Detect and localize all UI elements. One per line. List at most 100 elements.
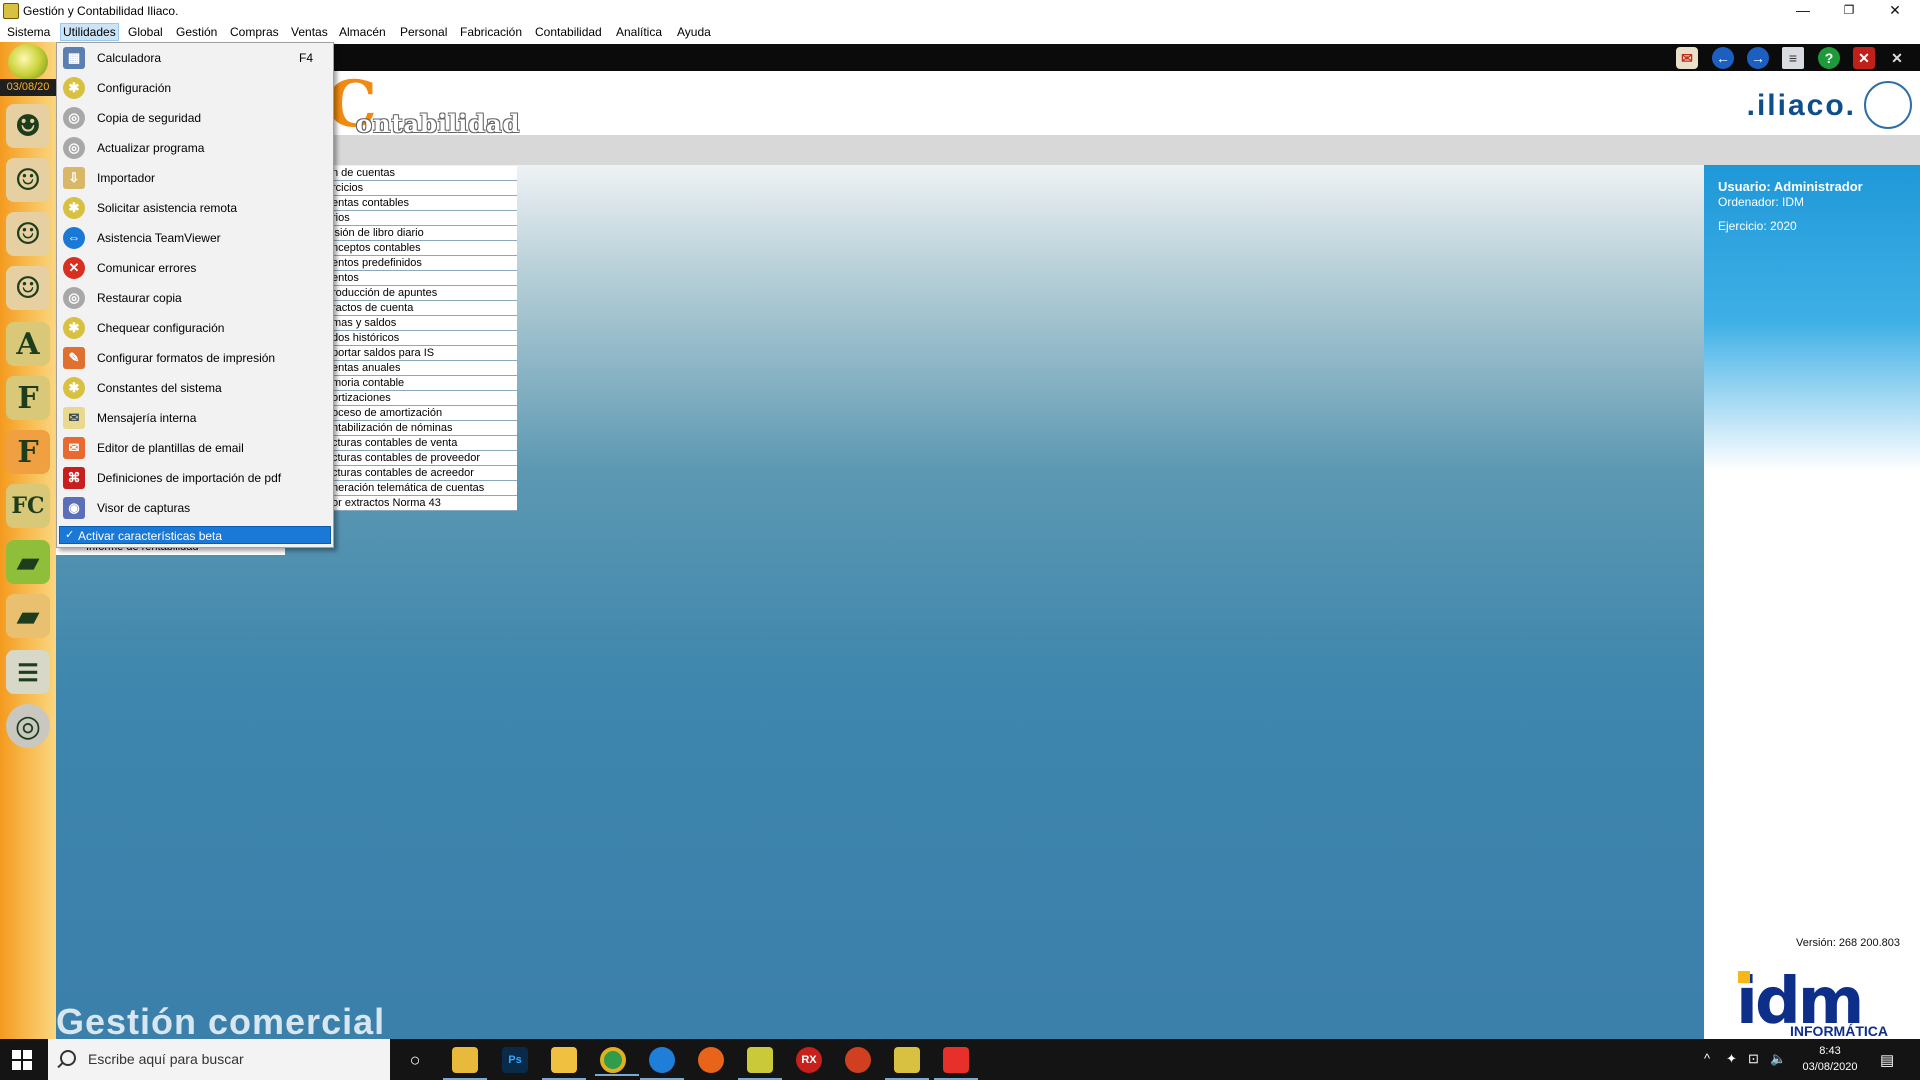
menu-item-constantes-sistema[interactable]: ✱ Constantes del sistema xyxy=(57,373,333,403)
disc-icon: ◎ xyxy=(63,287,85,309)
back-arrow-icon[interactable]: ← xyxy=(1712,47,1734,69)
user-creditor-icon[interactable]: ☺ xyxy=(6,266,50,310)
windows-start-icon[interactable] xyxy=(12,1050,32,1070)
list-item[interactable]: nceptos contables xyxy=(322,241,517,256)
list-item[interactable]: neración telemática de cuentas xyxy=(322,481,517,496)
menu-item-plantillas-email[interactable]: ✉ Editor de plantillas de email xyxy=(57,433,333,463)
menu-sistema[interactable]: Sistema xyxy=(5,24,52,40)
list-item[interactable]: ntabilización de nóminas xyxy=(322,421,517,436)
ordenador-label: Ordenador: IDM xyxy=(1718,195,1805,209)
menu-ayuda[interactable]: Ayuda xyxy=(675,24,713,40)
gear-icon: ✱ xyxy=(63,197,85,219)
ledger-icon[interactable]: ☰ xyxy=(6,650,50,694)
exit-app-icon[interactable]: ✕ xyxy=(1886,47,1908,69)
iliaco-active-icon[interactable] xyxy=(885,1047,929,1080)
messages-icon[interactable]: ✉ xyxy=(1676,47,1698,69)
menu-item-actualizar-programa[interactable]: ◎ Actualizar programa xyxy=(57,133,333,163)
menu-gestion[interactable]: Gestión xyxy=(174,24,219,40)
print-format-icon: ✎ xyxy=(63,347,85,369)
list-item[interactable]: isión de libro diario xyxy=(322,226,517,241)
dropbox-icon[interactable]: ✦ xyxy=(1726,1051,1737,1067)
list-item[interactable]: entas contables xyxy=(322,196,517,211)
list-item[interactable]: rios xyxy=(322,211,517,226)
list-item[interactable]: mas y saldos xyxy=(322,316,517,331)
iliaco-app-icon[interactable] xyxy=(738,1047,782,1080)
sidebar-letter-fc-icon[interactable]: FC xyxy=(6,484,50,528)
list-item[interactable]: entos predefinidos xyxy=(322,256,517,271)
menu-item-configuracion[interactable]: ✱ Configuración xyxy=(57,73,333,103)
menu-item-mensajeria-interna[interactable]: ✉ Mensajería interna xyxy=(57,403,333,433)
volume-icon[interactable]: 🔈 xyxy=(1770,1051,1786,1067)
menu-item-teamviewer[interactable]: ⇔ Asistencia TeamViewer xyxy=(57,223,333,253)
restore-button[interactable]: ❐ xyxy=(1826,0,1872,22)
media-app-icon[interactable] xyxy=(845,1047,871,1073)
network-icon[interactable]: ⊡ xyxy=(1748,1051,1759,1067)
list-item[interactable]: ortizaciones xyxy=(322,391,517,406)
menu-item-activar-beta[interactable]: ✓ Activar características beta xyxy=(59,526,331,544)
anydesk-icon[interactable] xyxy=(934,1047,978,1080)
help-icon[interactable]: ? xyxy=(1818,47,1840,69)
menu-utilidades[interactable]: Utilidades xyxy=(60,23,119,41)
menu-fabricacion[interactable]: Fabricación xyxy=(458,24,524,40)
list-item[interactable]: ractos de cuenta xyxy=(322,301,517,316)
globe-icon[interactable] xyxy=(8,44,48,80)
list-item[interactable]: portar saldos para IS xyxy=(322,346,517,361)
list-item[interactable]: dos históricos xyxy=(322,331,517,346)
taskbar-clock[interactable]: 8:43 03/08/2020 xyxy=(1790,1043,1870,1075)
task-view-icon[interactable]: ○ xyxy=(402,1047,428,1073)
sidebar-letter-a-icon[interactable]: A xyxy=(6,322,50,366)
menu-analitica[interactable]: Analítica xyxy=(614,24,664,40)
forward-arrow-icon[interactable]: → xyxy=(1747,47,1769,69)
photoshop-icon[interactable]: Ps xyxy=(502,1047,528,1073)
title-bar: Gestión y Contabilidad Iliaco. — ❐ ✕ xyxy=(0,0,1920,22)
list-item[interactable]: entas anuales xyxy=(322,361,517,376)
window-list-icon[interactable]: ≡ xyxy=(1782,47,1804,69)
menu-item-calculadora[interactable]: ▦ Calculadora F4 xyxy=(57,43,333,73)
menu-item-asistencia-remota[interactable]: ✱ Solicitar asistencia remota xyxy=(57,193,333,223)
list-item[interactable]: cturas contables de venta xyxy=(322,436,517,451)
chrome-icon[interactable] xyxy=(595,1047,639,1076)
close-window-icon[interactable]: ✕ xyxy=(1853,47,1875,69)
menu-personal[interactable]: Personal xyxy=(398,24,449,40)
menu-item-visor-capturas[interactable]: ◉ Visor de capturas xyxy=(57,493,333,523)
list-item[interactable]: n de cuentas xyxy=(322,166,517,181)
folder-app-icon[interactable] xyxy=(542,1047,586,1080)
firefox-icon[interactable] xyxy=(698,1047,724,1073)
user-icon[interactable]: ☺ xyxy=(6,158,50,202)
rx-app-icon[interactable]: RX xyxy=(796,1047,822,1073)
sidebar-letter-f-icon[interactable]: F xyxy=(6,376,50,420)
disc-icon[interactable]: ◎ xyxy=(6,704,50,748)
notifications-icon[interactable]: ▤ xyxy=(1880,1051,1894,1069)
menu-item-formatos-impresion[interactable]: ✎ Configurar formatos de impresión xyxy=(57,343,333,373)
shopping-bag-icon[interactable]: ▰ xyxy=(6,540,50,584)
menu-item-importador[interactable]: ⇩ Importador xyxy=(57,163,333,193)
list-item[interactable]: cturas contables de acreedor xyxy=(322,466,517,481)
list-item[interactable]: oceso de amortización xyxy=(322,406,517,421)
close-button[interactable]: ✕ xyxy=(1872,0,1918,22)
users-icon[interactable]: ☻ xyxy=(6,104,50,148)
list-item[interactable]: cturas contables de proveedor xyxy=(322,451,517,466)
taskbar-search-box[interactable]: Escribe aquí para buscar xyxy=(48,1039,390,1080)
tray-chevron-icon[interactable]: ^ xyxy=(1704,1051,1710,1066)
list-item[interactable]: or extractos Norma 43 xyxy=(322,496,517,511)
menu-item-chequear-configuracion[interactable]: ✱ Chequear configuración xyxy=(57,313,333,343)
menu-contabilidad[interactable]: Contabilidad xyxy=(533,24,604,40)
menu-almacen[interactable]: Almacén xyxy=(337,24,388,40)
edge-icon[interactable] xyxy=(640,1047,684,1080)
list-item[interactable]: roducción de apuntes xyxy=(322,286,517,301)
list-item[interactable]: moria contable xyxy=(322,376,517,391)
menu-ventas[interactable]: Ventas xyxy=(289,24,330,40)
list-item[interactable]: rcicios xyxy=(322,181,517,196)
user-provider-icon[interactable]: ☺ xyxy=(6,212,50,256)
menu-item-comunicar-errores[interactable]: ✕ Comunicar errores xyxy=(57,253,333,283)
list-item[interactable]: entos xyxy=(322,271,517,286)
file-explorer-icon[interactable] xyxy=(443,1047,487,1080)
menu-item-restaurar-copia[interactable]: ◎ Restaurar copia xyxy=(57,283,333,313)
box-icon[interactable]: ▰ xyxy=(6,594,50,638)
sidebar-letter-f2-icon[interactable]: F xyxy=(6,430,50,474)
menu-global[interactable]: Global xyxy=(126,24,165,40)
menu-item-copia-seguridad[interactable]: ◎ Copia de seguridad xyxy=(57,103,333,133)
menu-compras[interactable]: Compras xyxy=(228,24,281,40)
menu-item-importacion-pdf[interactable]: ⌘ Definiciones de importación de pdf xyxy=(57,463,333,493)
minimize-button[interactable]: — xyxy=(1780,0,1826,22)
